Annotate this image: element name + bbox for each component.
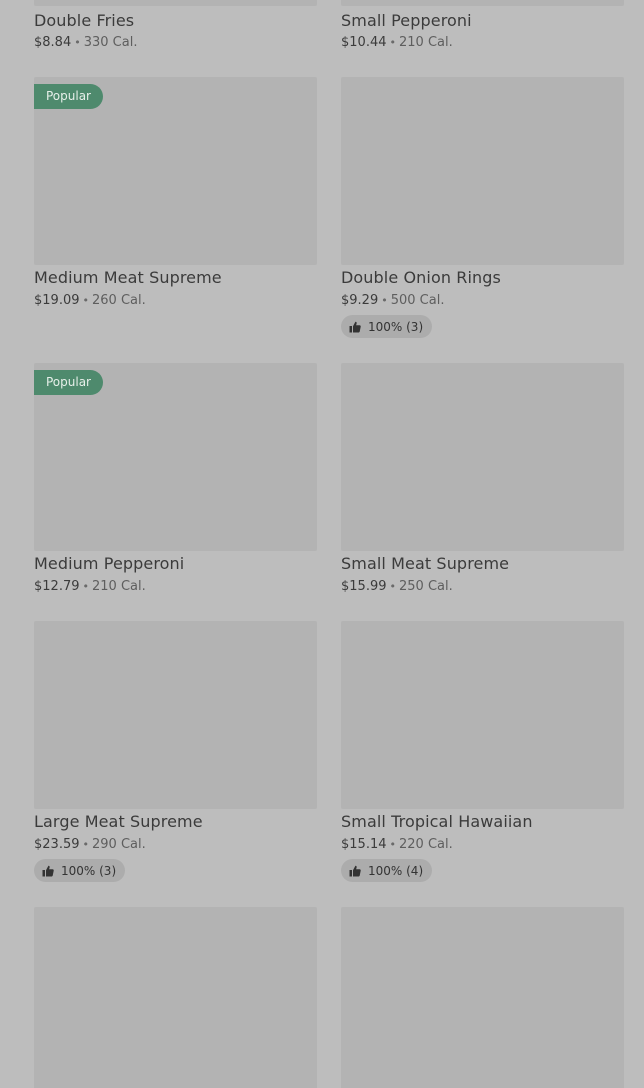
rating-text: 100% (4) xyxy=(368,863,424,878)
menu-item-name: Double Onion Rings xyxy=(341,268,501,287)
menu-item-image[interactable] xyxy=(341,907,624,1088)
menu-item-price: $9.29 xyxy=(341,293,379,308)
menu-item-price: $15.14 xyxy=(341,837,387,852)
rating-pill: 100% (4) xyxy=(341,859,433,882)
menu-item-name: Medium Meat Supreme xyxy=(34,268,222,287)
menu-item-card[interactable]: Small Pepperoni $10.44 • 210 Cal. xyxy=(341,0,624,50)
menu-item-meta: $8.84 • 330 Cal. xyxy=(34,35,137,50)
menu-item-name: Small Tropical Hawaiian xyxy=(341,812,533,831)
menu-item-calories: 250 Cal. xyxy=(399,579,453,594)
menu-grid: Double Fries $8.84 • 330 Cal. Small Pepper… xyxy=(0,0,644,1088)
thumbs-up-icon xyxy=(42,865,54,876)
rating-text: 100% (3) xyxy=(61,863,117,878)
separator-dot: • xyxy=(389,580,397,593)
menu-item-meta: $15.14 • 220 Cal. xyxy=(341,837,453,852)
rating-pill: 100% (3) xyxy=(341,315,433,338)
menu-item-image[interactable] xyxy=(341,621,624,809)
menu-item-image[interactable]: Popular xyxy=(34,77,317,265)
menu-item-calories: 500 Cal. xyxy=(390,293,445,308)
menu-item-image[interactable] xyxy=(34,621,317,809)
menu-item-card[interactable]: Popular Medium Meat Supreme $19.09 • 260 C… xyxy=(34,77,317,308)
separator-dot: • xyxy=(82,838,90,851)
menu-item-card[interactable]: Double Fries $8.84 • 330 Cal. xyxy=(34,0,317,50)
thumbs-up-icon xyxy=(349,865,361,876)
menu-item-meta: $9.29 • 500 Cal. xyxy=(341,293,444,308)
menu-item-card[interactable]: Popular Medium Pepperoni $12.79 • 210 Cal. xyxy=(34,363,317,594)
menu-item-meta: $10.44 • 210 Cal. xyxy=(341,35,453,50)
menu-item-image[interactable]: Popular xyxy=(34,363,317,551)
menu-item-card[interactable]: Large Meat Supreme $23.59 • 290 Cal. 100% … xyxy=(34,621,317,882)
menu-item-meta: $23.59 • 290 Cal. xyxy=(34,837,146,852)
menu-item-image[interactable] xyxy=(341,363,624,551)
rating-text: 100% (3) xyxy=(368,319,424,334)
menu-item-price: $15.99 xyxy=(341,579,387,594)
menu-item-card[interactable]: Small Tropical Hawaiian $15.14 • 220 Cal. … xyxy=(341,621,624,882)
thumbs-up-icon xyxy=(349,321,361,332)
menu-item-price: $23.59 xyxy=(34,837,80,852)
popular-badge: Popular xyxy=(34,370,103,395)
menu-item-name: Small Pepperoni xyxy=(341,11,472,30)
menu-item-calories: 220 Cal. xyxy=(399,837,453,852)
menu-item-meta: $12.79 • 210 Cal. xyxy=(34,579,146,594)
menu-item-meta: $15.99 • 250 Cal. xyxy=(341,579,453,594)
separator-dot: • xyxy=(381,294,388,307)
menu-item-image[interactable] xyxy=(34,907,317,1088)
separator-dot: • xyxy=(82,294,90,307)
menu-item-price: $12.79 xyxy=(34,579,80,594)
menu-item-card[interactable] xyxy=(341,907,624,1088)
menu-item-calories: 210 Cal. xyxy=(399,35,453,50)
menu-item-calories: 290 Cal. xyxy=(92,837,146,852)
separator-dot: • xyxy=(82,580,90,593)
separator-dot: • xyxy=(389,36,397,49)
menu-item-calories: 210 Cal. xyxy=(92,579,146,594)
menu-item-price: $19.09 xyxy=(34,293,80,308)
separator-dot: • xyxy=(74,36,81,49)
menu-item-name: Double Fries xyxy=(34,11,135,30)
menu-item-card[interactable] xyxy=(34,907,317,1088)
separator-dot: • xyxy=(389,838,397,851)
menu-item-meta: $19.09 • 260 Cal. xyxy=(34,293,146,308)
menu-item-name: Small Meat Supreme xyxy=(341,554,510,573)
menu-item-price: $10.44 xyxy=(341,35,387,50)
menu-item-image[interactable] xyxy=(34,0,317,6)
menu-item-name: Medium Pepperoni xyxy=(34,554,185,573)
menu-item-name: Large Meat Supreme xyxy=(34,812,203,831)
menu-item-price: $8.84 xyxy=(34,35,72,50)
menu-item-calories: 330 Cal. xyxy=(83,35,138,50)
menu-item-image[interactable] xyxy=(341,0,624,6)
rating-pill: 100% (3) xyxy=(34,859,126,882)
menu-item-card[interactable]: Small Meat Supreme $15.99 • 250 Cal. xyxy=(341,363,624,594)
menu-item-card[interactable]: Double Onion Rings $9.29 • 500 Cal. 100% (… xyxy=(341,77,624,338)
popular-badge: Popular xyxy=(34,84,103,109)
menu-item-image[interactable] xyxy=(341,77,624,265)
menu-item-calories: 260 Cal. xyxy=(92,293,146,308)
